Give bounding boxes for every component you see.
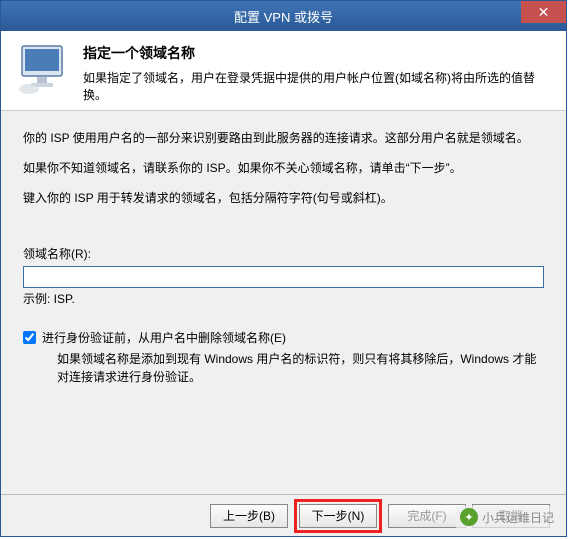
wechat-icon: ✦ [460, 508, 478, 526]
realm-name-input[interactable] [23, 266, 544, 288]
next-button-highlight: 下一步(N) [294, 499, 382, 533]
remove-realm-checkbox-row: 进行身份验证前，从用户名中删除领域名称(E) [23, 329, 544, 346]
close-icon: ✕ [538, 4, 550, 21]
finish-button: 完成(F) [388, 504, 466, 528]
page-description: 如果指定了领域名，用户在登录凭据中提供的用户帐户位置(如域名称)将由所选的值替换… [83, 69, 548, 103]
info-paragraph-1: 你的 ISP 使用用户名的一部分来识别要路由到此服务器的连接请求。这部分用户名就… [23, 129, 544, 147]
watermark: ✦ 小兵运维日记 [456, 506, 558, 528]
remove-realm-label[interactable]: 进行身份验证前，从用户名中删除领域名称(E) [42, 329, 286, 346]
header-text: 指定一个领域名称 如果指定了领域名，用户在登录凭据中提供的用户帐户位置(如域名称… [83, 43, 548, 98]
page-title: 指定一个领域名称 [83, 43, 548, 63]
remove-realm-checkbox[interactable] [23, 331, 36, 344]
info-paragraph-3: 键入你的 ISP 用于转发请求的领域名，包括分隔符字符(句号或斜杠)。 [23, 189, 544, 207]
window-title: 配置 VPN 或拨号 [234, 7, 333, 26]
realm-example-text: 示例: ISP. [23, 290, 544, 307]
close-button[interactable]: ✕ [521, 1, 566, 23]
realm-name-label: 领域名称(R): [23, 245, 544, 262]
dialog-window: 配置 VPN 或拨号 ✕ 指定一个领域名称 如果指定了领域名，用户在登录凭据中提… [0, 0, 567, 537]
header-panel: 指定一个领域名称 如果指定了领域名，用户在登录凭据中提供的用户帐户位置(如域名称… [1, 31, 566, 111]
titlebar: 配置 VPN 或拨号 ✕ [1, 1, 566, 31]
remove-realm-description: 如果领域名称是添加到现有 Windows 用户名的标识符，则只有将其移除后，Wi… [57, 350, 544, 386]
next-button[interactable]: 下一步(N) [299, 504, 377, 528]
back-button[interactable]: 上一步(B) [210, 504, 288, 528]
watermark-text: 小兵运维日记 [482, 509, 554, 526]
content-area: 你的 ISP 使用用户名的一部分来识别要路由到此服务器的连接请求。这部分用户名就… [1, 111, 566, 396]
monitor-icon [19, 43, 69, 95]
info-paragraph-2: 如果你不知道领域名，请联系你的 ISP。如果你不关心领域名称，请单击“下一步”。 [23, 159, 544, 177]
